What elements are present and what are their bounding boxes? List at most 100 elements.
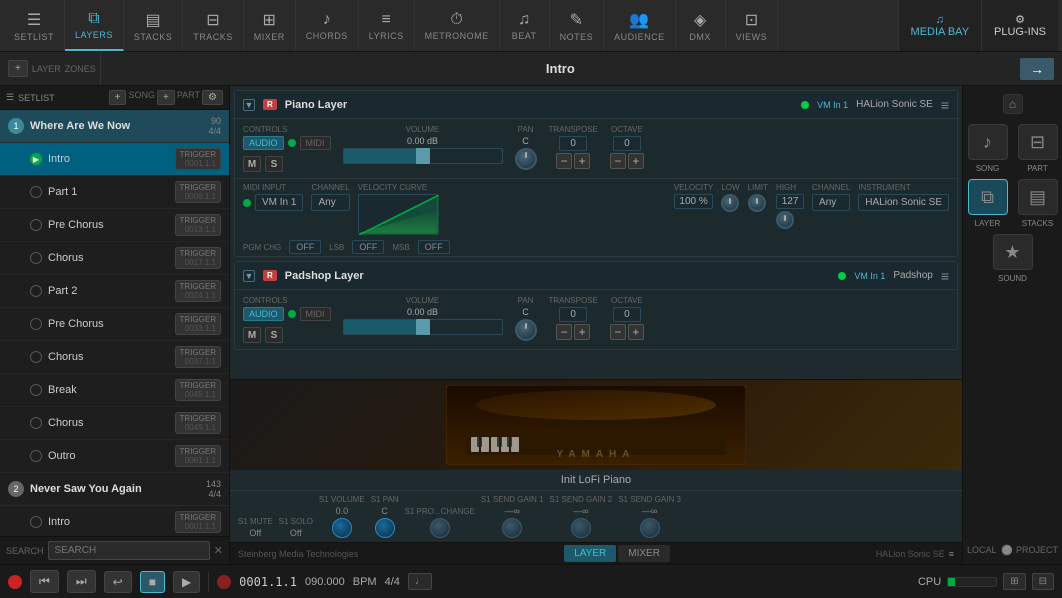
toolbar-plugins[interactable]: ⚙ PLUG-INS [981,0,1058,51]
msb-value[interactable]: OFF [418,240,450,254]
toolbar-beat[interactable]: ♫ BEAT [500,0,550,51]
solo-button[interactable]: S [265,156,283,172]
instrument-select[interactable]: HALion Sonic SE [858,194,949,211]
part-item[interactable]: Pre Chorus TRIGGER 0013.1.1 [0,209,229,242]
padshop-mute-button[interactable]: M [243,327,261,343]
part-item[interactable]: Pre Chorus TRIGGER 0033.1.1 [0,308,229,341]
song-item[interactable]: 2 Never Saw You Again 143 4/4 [0,473,229,506]
octave-minus-button[interactable]: − [610,153,626,169]
stop-button[interactable]: ■ [140,571,165,593]
split-view-button[interactable]: ⊟ [1032,573,1054,590]
s1-pan-knob[interactable] [375,518,395,538]
padshop-collapse-toggle[interactable]: ▼ [243,270,255,282]
volume-slider[interactable] [343,148,503,164]
part-item[interactable]: Chorus TRIGGER 0037.1.1 [0,341,229,374]
add-part-button[interactable]: + [157,90,175,105]
s1-volume-knob[interactable] [332,518,352,538]
toolbar-lyrics[interactable]: ≡ LYRICS [359,0,415,51]
home-icon-button[interactable]: ⌂ [1003,94,1023,114]
toolbar-stacks[interactable]: ▤ STACKS [124,0,183,51]
part-item[interactable]: Part 1 TRIGGER 0006.1.1 [0,176,229,209]
volume-label: VOLUME [406,125,440,134]
padshop-midi-toggle[interactable]: MIDI [300,307,331,321]
toolbar-notes[interactable]: ✎ NOTES [550,0,605,51]
mute-button[interactable]: M [243,156,261,172]
s1-gain1-knob[interactable] [502,518,522,538]
footer-divider [208,572,209,592]
rp-card-layer[interactable]: ⧉ LAYER [966,179,1010,228]
transpose-minus-button[interactable]: − [556,153,572,169]
high-knob[interactable] [776,211,794,229]
rp-card-stacks[interactable]: ▤ STACKS [1016,179,1060,228]
part-item[interactable]: Part 2 TRIGGER 0024.1.1 [0,275,229,308]
channel-select[interactable]: Any [311,194,349,211]
padshop-menu-icon[interactable]: ≡ [941,268,949,284]
padshop-volume-thumb[interactable] [416,319,430,335]
add-song-button[interactable]: + [109,90,127,105]
song-item[interactable]: 1 Where Are We Now 90 4/4 [0,110,229,143]
loop-button[interactable]: ↩ [104,571,132,593]
rp-card-part[interactable]: ⊟ PART [1016,124,1060,173]
mixer-tab[interactable]: MIXER [618,545,670,562]
s1-gain2-knob[interactable] [571,518,591,538]
octave-plus-button[interactable]: + [628,153,644,169]
part-item[interactable]: Outro TRIGGER 0061.1.1 [0,440,229,473]
padshop-audio-toggle[interactable]: AUDIO [243,307,284,321]
toolbar-layers[interactable]: ⧉ LAYERS [65,0,124,51]
padshop-octave-minus-button[interactable]: − [610,324,626,340]
audio-toggle[interactable]: AUDIO [243,136,284,150]
part-name: Chorus [48,417,169,429]
toolbar-mixer[interactable]: ⊞ MIXER [244,0,296,51]
settings-button[interactable]: ⚙ [202,90,223,105]
fast-forward-button[interactable]: ⏭ [67,570,96,593]
record-button[interactable] [8,575,22,589]
halion-menu-icon[interactable]: ≡ [949,549,954,559]
toolbar-views[interactable]: ⊡ VIEWS [726,0,779,51]
part-item[interactable]: Chorus TRIGGER 0017.1.1 [0,242,229,275]
transpose-plus-button[interactable]: + [574,153,590,169]
padshop-transpose-plus-button[interactable]: + [574,324,590,340]
clear-search-icon[interactable]: ✕ [214,544,223,557]
limit-knob[interactable] [748,194,766,212]
layer-collapse-toggle[interactable]: ▼ [243,99,255,111]
record-armed-button[interactable] [217,575,231,589]
play-button[interactable]: ▶ [173,571,200,593]
next-section-button[interactable]: → [1020,58,1054,80]
add-layer-button[interactable]: + [8,60,28,77]
padshop-transpose-minus-button[interactable]: − [556,324,572,340]
midi-input-select[interactable]: VM In 1 [255,194,303,211]
metronome-toggle[interactable]: ♩ [408,573,432,590]
padshop-solo-button[interactable]: S [265,327,283,343]
toolbar-mediabay[interactable]: ♫ MEDIA BAY [898,0,981,51]
search-input[interactable] [48,541,210,560]
low-knob[interactable] [721,194,739,212]
rp-card-sound[interactable]: ★ SOUND [991,234,1035,283]
rp-card-song[interactable]: ♪ SONG [966,124,1010,173]
midi-toggle[interactable]: MIDI [300,136,331,150]
toolbar-metronome[interactable]: ⏱ METRONOME [415,0,500,51]
s1-prog-knob[interactable] [430,518,450,538]
rewind-button[interactable]: ⏮ [30,570,59,593]
grid-view-button[interactable]: ⊞ [1003,573,1025,590]
local-project-switch[interactable] [1001,544,1012,556]
toolbar-setlist[interactable]: ☰ SETLIST [4,0,65,51]
part-item[interactable]: Intro TRIGGER 0001.1.1 [0,506,229,536]
padshop-volume-slider[interactable] [343,319,503,335]
layer-tab[interactable]: LAYER [564,545,616,562]
part-item[interactable]: ▶ Intro TRIGGER 0001.1.1 [0,143,229,176]
s1-gain3-knob[interactable] [640,518,660,538]
toolbar-audience[interactable]: 👥 AUDIENCE [604,0,676,51]
part-item[interactable]: Chorus TRIGGER 0049.1.1 [0,407,229,440]
volume-thumb[interactable] [416,148,430,164]
toolbar-dmx[interactable]: ◈ DMX [676,0,726,51]
padshop-pan-knob[interactable] [515,319,537,341]
pgm-chg-value[interactable]: OFF [289,240,321,254]
toolbar-chords[interactable]: ♪ CHORDS [296,0,359,51]
layer-menu-icon[interactable]: ≡ [941,97,949,113]
lsb-value[interactable]: OFF [352,240,384,254]
pan-knob[interactable] [515,148,537,170]
padshop-octave-plus-button[interactable]: + [628,324,644,340]
part-item[interactable]: Break TRIGGER 0045.1.1 [0,374,229,407]
channel-out-select[interactable]: Any [812,194,850,211]
toolbar-tracks[interactable]: ⊟ TRACKS [183,0,244,51]
